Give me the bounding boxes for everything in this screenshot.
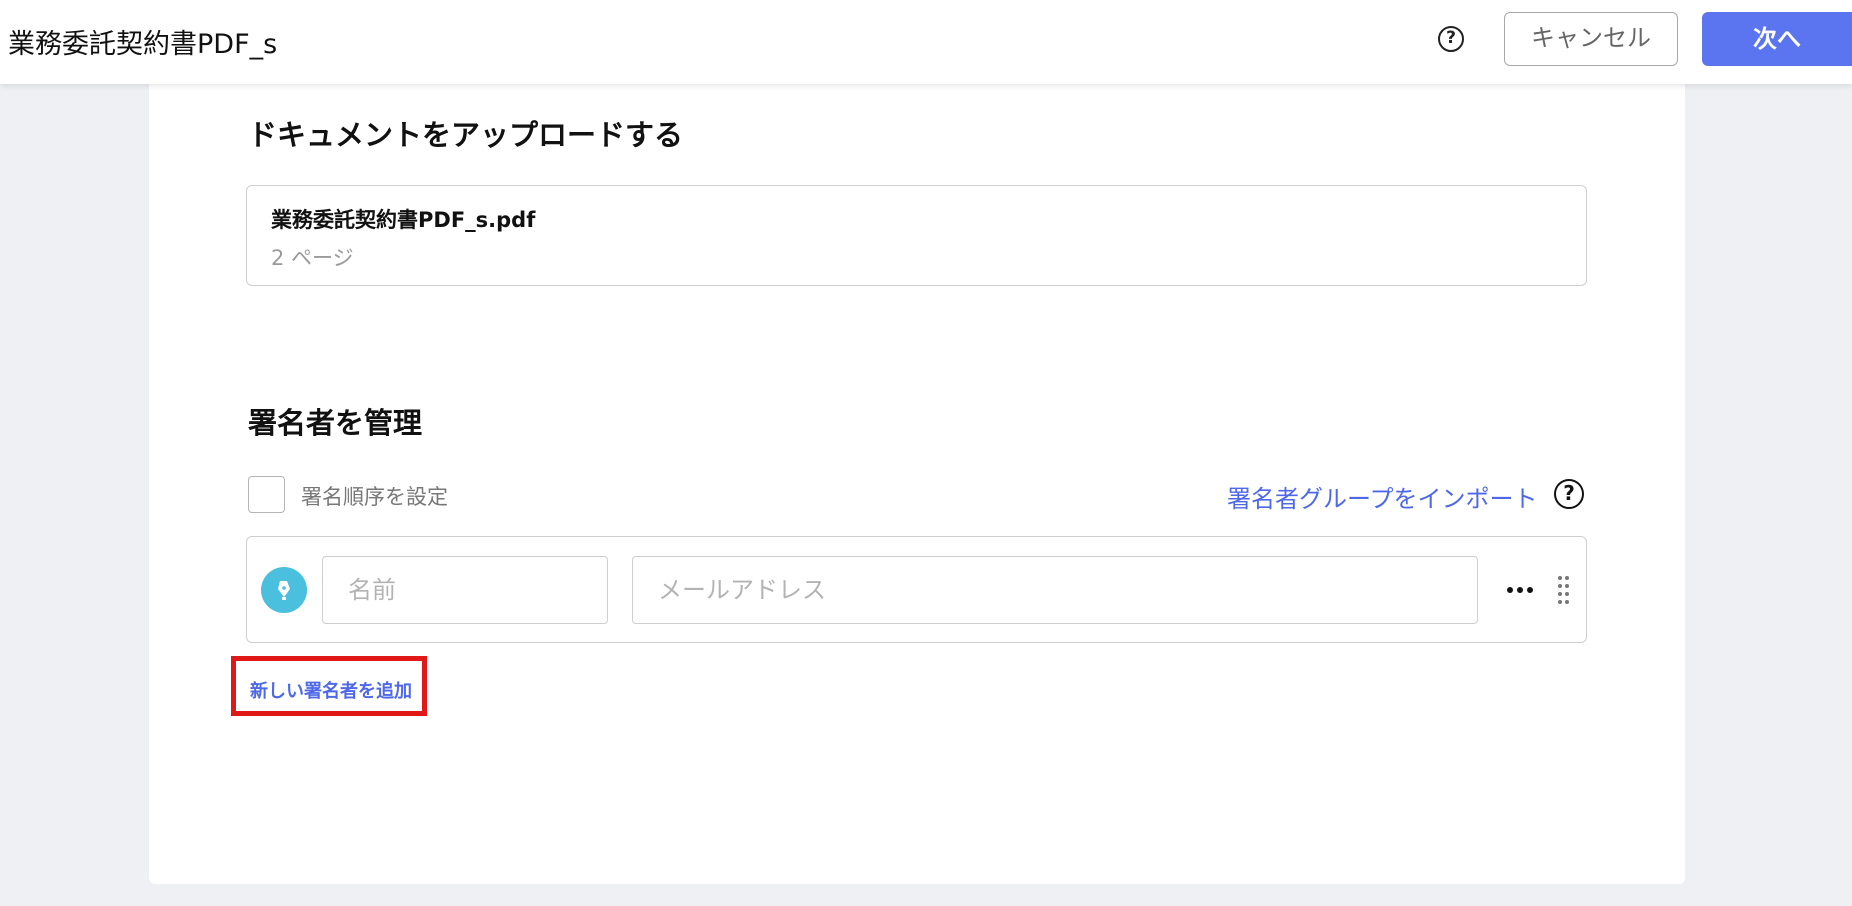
signer-name-input[interactable]	[322, 556, 608, 624]
signing-order-checkbox[interactable]	[248, 476, 285, 513]
add-signer-highlight: 新しい署名者を追加	[231, 656, 427, 716]
help-icon[interactable]: ?	[1438, 26, 1464, 52]
top-bar: 業務委託契約書PDF_s ? キャンセル 次へ	[0, 0, 1852, 84]
uploaded-file-card[interactable]: 業務委託契約書PDF_s.pdf 2 ページ	[246, 185, 1587, 286]
main-panel: ドキュメントをアップロードする 業務委託契約書PDF_s.pdf 2 ページ 署…	[149, 84, 1685, 884]
cancel-button[interactable]: キャンセル	[1504, 12, 1678, 66]
drag-handle-icon[interactable]	[1557, 575, 1571, 605]
next-button[interactable]: 次へ	[1702, 12, 1852, 66]
signers-section-title: 署名者を管理	[248, 406, 423, 440]
signing-order-label: 署名順序を設定	[301, 485, 448, 509]
upload-section-title: ドキュメントをアップロードする	[248, 118, 684, 152]
signer-email-input[interactable]	[632, 556, 1478, 624]
more-horizontal-icon[interactable]	[1500, 577, 1540, 601]
file-name: 業務委託契約書PDF_s.pdf	[271, 208, 536, 232]
pen-nib-icon	[261, 567, 307, 613]
signer-row	[246, 536, 1587, 643]
add-new-signer-button[interactable]: 新しい署名者を追加	[250, 677, 412, 703]
import-signer-group-link[interactable]: 署名者グループをインポート	[1227, 479, 1538, 514]
file-page-count: 2 ページ	[271, 246, 354, 270]
document-title: 業務委託契約書PDF_s	[8, 29, 278, 60]
help-icon[interactable]: ?	[1554, 479, 1584, 509]
